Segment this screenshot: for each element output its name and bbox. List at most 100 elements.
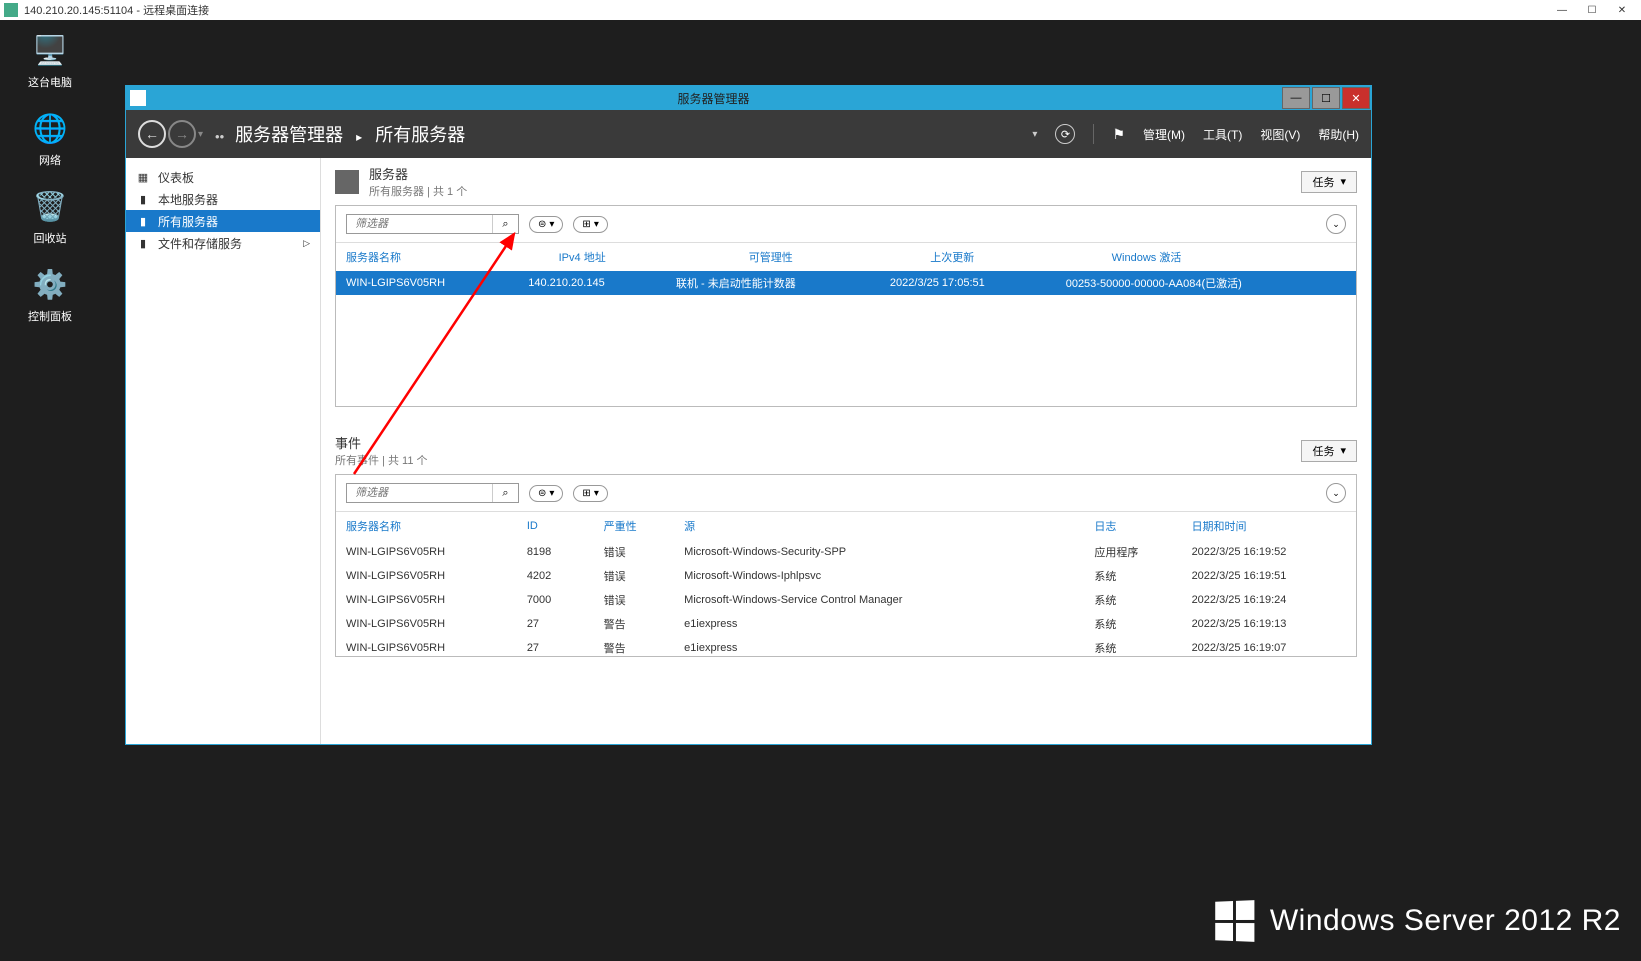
col-activation[interactable]: Windows 激活 bbox=[1102, 243, 1356, 272]
sidebar-item-dashboard[interactable]: ▦ 仪表板 bbox=[126, 166, 320, 188]
chevron-down-icon: ▾ bbox=[1340, 175, 1346, 188]
menu-manage[interactable]: 管理(M) bbox=[1143, 126, 1185, 143]
table-row[interactable]: WIN-LGIPS6V05RH27警告e1iexpress系统2022/3/25… bbox=[336, 636, 1356, 656]
col-ipv4[interactable]: IPv4 地址 bbox=[549, 243, 739, 272]
desktop-icon-recycle-bin[interactable]: 🗑️ 回收站 bbox=[10, 186, 90, 246]
server-manager-titlebar[interactable]: 服务器管理器 — ☐ ✕ bbox=[126, 86, 1371, 110]
server-manager-icon bbox=[130, 90, 146, 106]
dropdown-icon[interactable]: ▾ bbox=[1032, 129, 1037, 140]
cell-server: WIN-LGIPS6V05RH bbox=[336, 588, 517, 612]
nav-forward-button[interactable]: → bbox=[168, 120, 196, 148]
desktop-icon-control-panel[interactable]: ⚙️ 控制面板 bbox=[10, 264, 90, 324]
sidebar: ▦ 仪表板 ▮ 本地服务器 ▮ 所有服务器 ▮ 文件和存储服务 ▷ bbox=[126, 158, 321, 744]
window-title: 服务器管理器 bbox=[146, 90, 1281, 107]
breadcrumb-root[interactable]: 服务器管理器 bbox=[235, 125, 343, 145]
rdp-minimize-button[interactable]: — bbox=[1547, 0, 1577, 20]
tasks-button[interactable]: 任务 ▾ bbox=[1301, 440, 1357, 462]
maximize-button[interactable]: ☐ bbox=[1312, 87, 1340, 109]
col-severity[interactable]: 严重性 bbox=[594, 512, 675, 541]
cell-server: WIN-LGIPS6V05RH bbox=[336, 564, 517, 588]
chevron-down-icon: ▾ bbox=[549, 488, 554, 499]
save-options-button[interactable]: ⊞ ▾ bbox=[573, 485, 607, 502]
branding-text: Windows Server 2012 R2 bbox=[1270, 904, 1621, 938]
col-log[interactable]: 日志 bbox=[1084, 512, 1181, 541]
refresh-icon[interactable]: ⟳ bbox=[1055, 124, 1075, 144]
close-button[interactable]: ✕ bbox=[1342, 87, 1370, 109]
sidebar-item-file-storage[interactable]: ▮ 文件和存储服务 ▷ bbox=[126, 232, 320, 254]
filter-input[interactable] bbox=[347, 215, 492, 233]
desktop-icon-network[interactable]: 🌐 网络 bbox=[10, 108, 90, 168]
table-row[interactable]: WIN-LGIPS6V05RH 140.210.20.145 联机 - 未启动性… bbox=[336, 271, 1356, 295]
desktop-icon-this-pc[interactable]: 🖥️ 这台电脑 bbox=[10, 30, 90, 90]
col-source[interactable]: 源 bbox=[674, 512, 1084, 541]
minimize-button[interactable]: — bbox=[1282, 87, 1310, 109]
servers-table-body: WIN-LGIPS6V05RH 140.210.20.145 联机 - 未启动性… bbox=[336, 271, 1356, 295]
desktop-icon-label: 网络 bbox=[39, 152, 61, 168]
breadcrumb: •• 服务器管理器 ▸ 所有服务器 bbox=[215, 121, 465, 147]
servers-toolbar: ⌕ ⊜ ▾ ⊞ ▾ ⌄ bbox=[336, 206, 1356, 242]
remote-desktop-area: 🖥️ 这台电脑 🌐 网络 🗑️ 回收站 ⚙️ 控制面板 服务器管理器 — ☐ ✕ bbox=[0, 20, 1641, 961]
dashboard-icon: ▦ bbox=[136, 170, 150, 184]
tasks-label: 任务 bbox=[1312, 174, 1334, 190]
search-icon[interactable]: ⌕ bbox=[492, 215, 518, 233]
tasks-button[interactable]: 任务 ▾ bbox=[1301, 171, 1357, 193]
expand-button[interactable]: ⌄ bbox=[1326, 214, 1346, 234]
events-panel-body: ⌕ ⊜ ▾ ⊞ ▾ ⌄ 服务器名称 ID 严重性 源 日志 bbox=[335, 474, 1357, 657]
filter-input[interactable] bbox=[347, 484, 492, 502]
sidebar-item-local-server[interactable]: ▮ 本地服务器 bbox=[126, 188, 320, 210]
rdp-maximize-button[interactable]: ☐ bbox=[1577, 0, 1607, 20]
save-options-button[interactable]: ⊞ ▾ bbox=[573, 216, 607, 233]
cell-dt: 2022/3/25 16:19:24 bbox=[1182, 588, 1356, 612]
flag-icon[interactable]: ⚑ bbox=[1112, 126, 1125, 143]
cell-sev: 警告 bbox=[594, 636, 675, 656]
menu-view[interactable]: 视图(V) bbox=[1260, 126, 1300, 143]
menu-help[interactable]: 帮助(H) bbox=[1318, 126, 1359, 143]
rdp-icon bbox=[4, 3, 18, 17]
col-server-name[interactable]: 服务器名称 bbox=[336, 243, 549, 272]
panel-title: 事件 bbox=[335, 433, 428, 452]
cell-log: 应用程序 bbox=[1084, 540, 1181, 564]
cell-id: 27 bbox=[517, 636, 594, 656]
menu-tools[interactable]: 工具(T) bbox=[1203, 126, 1242, 143]
table-row[interactable]: WIN-LGIPS6V05RH27警告e1iexpress系统2022/3/25… bbox=[336, 612, 1356, 636]
sidebar-item-label: 所有服务器 bbox=[158, 213, 218, 230]
events-rows-area[interactable]: 服务器名称 ID 严重性 源 日志 日期和时间 WIN-LGIPS6V05RH8… bbox=[336, 511, 1356, 656]
chevron-down-icon: ▾ bbox=[1340, 444, 1346, 457]
panel-title: 服务器 bbox=[369, 164, 467, 183]
cell-sev: 警告 bbox=[594, 612, 675, 636]
cell-id: 4202 bbox=[517, 564, 594, 588]
col-datetime[interactable]: 日期和时间 bbox=[1182, 512, 1356, 541]
filter-box: ⌕ bbox=[346, 483, 519, 503]
cell-dt: 2022/3/25 16:19:07 bbox=[1182, 636, 1356, 656]
header-right-controls: ▾ ⟳ ⚑ 管理(M) 工具(T) 视图(V) 帮助(H) bbox=[1032, 124, 1359, 144]
servers-rows-area: WIN-LGIPS6V05RH 140.210.20.145 联机 - 未启动性… bbox=[336, 271, 1356, 406]
events-toolbar: ⌕ ⊜ ▾ ⊞ ▾ ⌄ bbox=[336, 475, 1356, 511]
server-icon: ▮ bbox=[136, 192, 150, 206]
rdp-close-button[interactable]: ✕ bbox=[1607, 0, 1637, 20]
expand-button[interactable]: ⌄ bbox=[1326, 483, 1346, 503]
filter-options-button[interactable]: ⊜ ▾ bbox=[529, 485, 563, 502]
sidebar-item-all-servers[interactable]: ▮ 所有服务器 bbox=[126, 210, 320, 232]
sidebar-item-label: 仪表板 bbox=[158, 169, 194, 186]
search-icon[interactable]: ⌕ bbox=[492, 484, 518, 502]
nav-dropdown-icon[interactable]: ▾ bbox=[198, 129, 203, 140]
table-row[interactable]: WIN-LGIPS6V05RH7000错误Microsoft-Windows-S… bbox=[336, 588, 1356, 612]
col-id[interactable]: ID bbox=[517, 512, 594, 541]
desktop-icon-label: 这台电脑 bbox=[28, 74, 72, 90]
servers-panel-body: ⌕ ⊜ ▾ ⊞ ▾ ⌄ 服务器名称 IPv4 地址 可管理性 上次更新 Wind… bbox=[335, 205, 1357, 407]
cell-server: WIN-LGIPS6V05RH bbox=[336, 540, 517, 564]
events-panel-titles: 事件 所有事件 | 共 11 个 bbox=[335, 433, 428, 468]
col-server-name[interactable]: 服务器名称 bbox=[336, 512, 517, 541]
servers-table: 服务器名称 IPv4 地址 可管理性 上次更新 Windows 激活 bbox=[336, 242, 1356, 271]
cell-sev: 错误 bbox=[594, 564, 675, 588]
panel-subtitle: 所有事件 | 共 11 个 bbox=[335, 452, 428, 468]
cell-id: 27 bbox=[517, 612, 594, 636]
windows-branding: Windows Server 2012 R2 bbox=[1214, 901, 1621, 941]
table-row[interactable]: WIN-LGIPS6V05RH4202错误Microsoft-Windows-I… bbox=[336, 564, 1356, 588]
table-row[interactable]: WIN-LGIPS6V05RH8198错误Microsoft-Windows-S… bbox=[336, 540, 1356, 564]
col-last-update[interactable]: 上次更新 bbox=[920, 243, 1101, 272]
nav-back-button[interactable]: ← bbox=[138, 120, 166, 148]
cell-mgmt: 联机 - 未启动性能计数器 bbox=[666, 271, 880, 295]
col-manageability[interactable]: 可管理性 bbox=[739, 243, 920, 272]
filter-options-button[interactable]: ⊜ ▾ bbox=[529, 216, 563, 233]
